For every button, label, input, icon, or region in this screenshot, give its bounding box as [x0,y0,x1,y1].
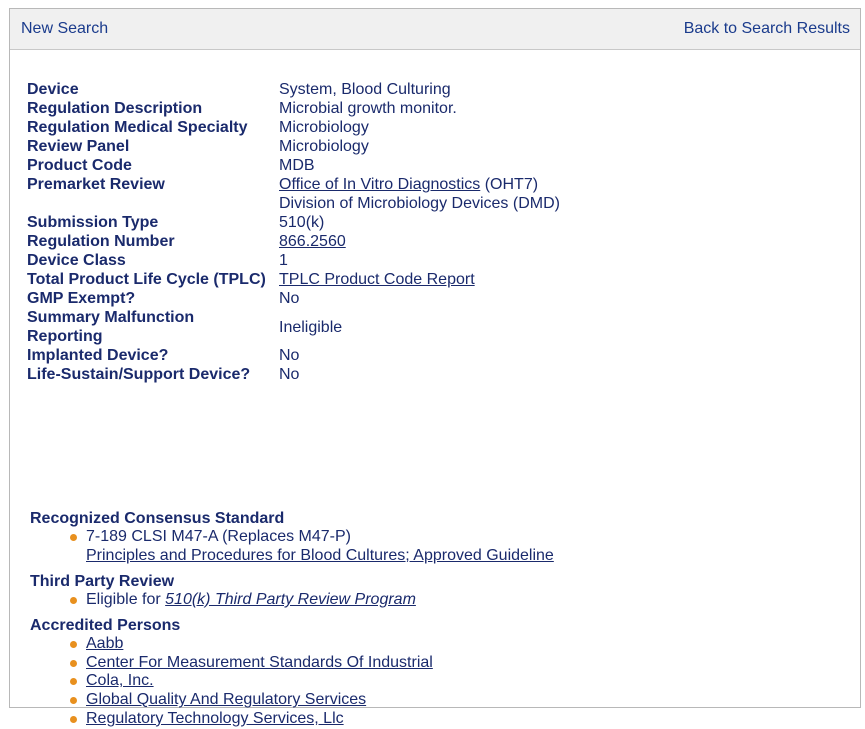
row-device: Device System, Blood Culturing [27,80,560,99]
regulation-description-value: Microbial growth monitor. [279,100,457,117]
regulation-number-label: Regulation Number [27,233,175,250]
summary-malfunction-label-line2: Reporting [27,328,103,345]
tplc-label: Total Product Life Cycle (TPLC) [27,271,266,288]
list-item: Eligible for 510(k) Third Party Review P… [70,591,416,610]
life-sustain-label: Life-Sustain/Support Device? [27,366,251,383]
consensus-standard-title: Recognized Consensus Standard [30,510,285,527]
accredited-person-link[interactable]: Aabb [86,635,123,652]
list-item: Regulatory Technology Services, Llc [70,710,433,729]
regulation-number-cell: 866.2560 [279,232,560,251]
new-search-link[interactable]: New Search [21,20,108,38]
row-medical-specialty: Regulation Medical Specialty Microbiolog… [27,118,560,137]
review-panel-value: Microbiology [279,138,369,155]
submission-type-value: 510(k) [279,214,325,231]
device-class-label: Device Class [27,252,126,269]
division-text: Division of Microbiology Devices (DMD) [279,195,560,212]
summary-malfunction-value: Ineligible [279,318,343,336]
premarket-review-value: Office of In Vitro Diagnostics (OHT7) Di… [279,175,560,213]
consensus-standard-list: 7-189 CLSI M47-A (Replaces M47-P) Princi… [30,528,554,565]
accredited-persons-list: Aabb Center For Measurement Standards Of… [30,635,433,729]
summary-malfunction-label-line1: Summary Malfunction [27,309,195,326]
row-summary-malfunction: Summary Malfunction Reporting Ineligible [27,308,560,346]
device-details-table: Device System, Blood Culturing Regulatio… [27,80,560,384]
accredited-person-link[interactable]: Cola, Inc. [86,672,154,689]
consensus-standard-section: Recognized Consensus Standard 7-189 CLSI… [30,509,554,565]
product-code-value: MDB [279,157,315,174]
implanted-device-value: No [279,347,300,364]
office-code: (OHT7) [480,176,539,193]
top-nav-bar: New Search Back to Search Results [10,9,860,50]
medical-specialty-value: Microbiology [279,119,369,136]
list-item: Aabb [70,635,433,654]
device-class-value: 1 [279,252,288,269]
row-product-code: Product Code MDB [27,156,560,175]
consensus-item-text: 7-189 CLSI M47-A (Replaces M47-P) [86,528,351,545]
row-regulation-number: Regulation Number 866.2560 [27,232,560,251]
tplc-report-link[interactable]: TPLC Product Code Report [279,271,475,288]
row-review-panel: Review Panel Microbiology [27,137,560,156]
tplc-cell: TPLC Product Code Report [279,270,560,289]
list-item: Center For Measurement Standards Of Indu… [70,654,433,673]
life-sustain-value: No [279,366,300,383]
review-panel-label: Review Panel [27,138,130,155]
third-party-program-link-text: 510(k) Third Party Review Program [165,591,416,608]
gmp-exempt-value: No [279,290,300,307]
list-item: 7-189 CLSI M47-A (Replaces M47-P) Princi… [70,528,554,566]
list-item: Global Quality And Regulatory Services [70,691,433,710]
row-regulation-description: Regulation Description Microbial growth … [27,99,560,118]
list-item: Cola, Inc. [70,672,433,691]
third-party-review-list: Eligible for 510(k) Third Party Review P… [30,591,416,610]
device-record-panel: New Search Back to Search Results Device… [9,8,861,727]
submission-type-label: Submission Type [27,214,159,231]
summary-malfunction-label: Summary Malfunction Reporting [27,308,279,346]
regulation-description-label: Regulation Description [27,100,203,117]
third-party-program-link[interactable]: 510(k) Third Party Review Program [165,591,416,608]
medical-specialty-label: Regulation Medical Specialty [27,119,248,136]
third-party-review-section: Third Party Review Eligible for 510(k) T… [30,572,416,610]
implanted-device-label: Implanted Device? [27,347,169,364]
gmp-exempt-label: GMP Exempt? [27,290,136,307]
device-value: System, Blood Culturing [279,81,451,98]
third-party-prefix: Eligible for [86,591,166,608]
row-tplc: Total Product Life Cycle (TPLC) TPLC Pro… [27,270,560,289]
row-life-sustain: Life-Sustain/Support Device? No [27,365,560,384]
row-gmp-exempt: GMP Exempt? No [27,289,560,308]
back-to-results-link[interactable]: Back to Search Results [684,20,850,38]
row-implanted-device: Implanted Device? No [27,346,560,365]
regulation-number-link[interactable]: 866.2560 [279,233,346,250]
accredited-person-link[interactable]: Global Quality And Regulatory Services [86,691,366,708]
premarket-review-label: Premarket Review [27,176,165,193]
row-device-class: Device Class 1 [27,251,560,270]
row-submission-type: Submission Type 510(k) [27,213,560,232]
row-premarket-review: Premarket Review Office of In Vitro Diag… [27,175,560,213]
accredited-persons-title: Accredited Persons [30,617,181,634]
office-ivd-link[interactable]: Office of In Vitro Diagnostics [279,176,480,193]
device-label: Device [27,81,79,98]
consensus-guideline-link[interactable]: Principles and Procedures for Blood Cult… [86,547,554,566]
accredited-person-link[interactable]: Regulatory Technology Services, Llc [86,710,344,727]
accredited-person-link[interactable]: Center For Measurement Standards Of Indu… [86,654,433,671]
third-party-review-title: Third Party Review [30,573,175,590]
product-code-label: Product Code [27,157,132,174]
